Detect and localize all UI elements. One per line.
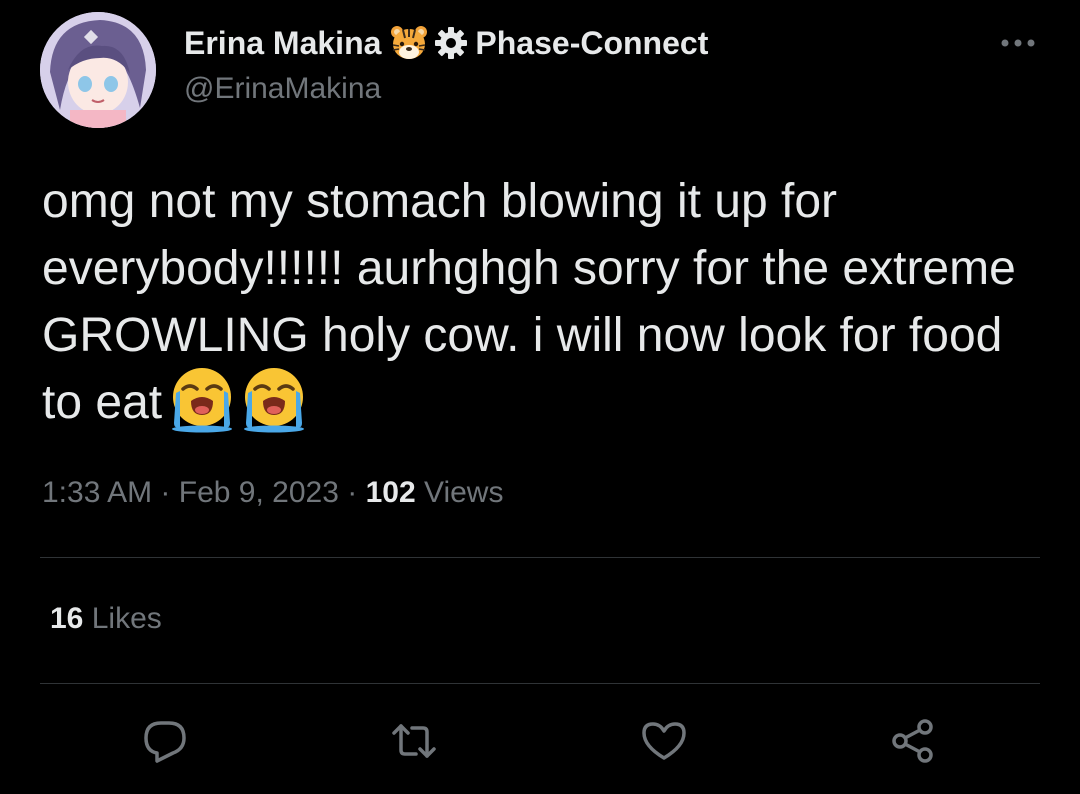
tweet-time[interactable]: 1:33 AM (42, 476, 152, 509)
loudly-crying-face-icon (172, 368, 233, 433)
views-count: 102 (365, 476, 416, 509)
divider (40, 683, 1040, 684)
author-handle[interactable]: @ErinaMakina (184, 72, 381, 106)
avatar[interactable] (40, 12, 156, 128)
meta-separator: · (160, 476, 171, 509)
likes-summary[interactable]: 16 Likes (50, 602, 162, 636)
meta-separator: · (347, 476, 358, 509)
author-name-row: Erina Makina Phase-Connect (184, 22, 708, 64)
tiger-face-icon (389, 23, 429, 63)
more-options-button[interactable] (996, 28, 1040, 58)
share-icon (892, 719, 933, 763)
divider (40, 557, 1040, 558)
like-icon (642, 722, 686, 760)
author-display-name[interactable]: Erina Makina (184, 25, 381, 62)
author-affiliation[interactable]: Phase-Connect (475, 25, 708, 62)
likes-count: 16 (50, 602, 84, 635)
share-button[interactable] (886, 714, 940, 768)
retweet-icon (392, 724, 436, 758)
reply-icon (144, 721, 186, 763)
likes-label: Likes (91, 602, 162, 635)
retweet-button[interactable] (387, 714, 441, 768)
tweet-emojis (168, 365, 312, 433)
tweet-meta: 1:33 AM · Feb 9, 2023 · 102 Views (42, 476, 503, 510)
reply-button[interactable] (138, 714, 192, 768)
loudly-crying-face-icon (244, 368, 305, 433)
more-horizontal-icon (1001, 39, 1035, 47)
views-label: Views (423, 476, 504, 509)
like-button[interactable] (637, 714, 691, 768)
gear-icon (433, 25, 469, 61)
tweet-text: omg not my stomach blowing it up for eve… (42, 168, 1032, 439)
tweet-date[interactable]: Feb 9, 2023 (179, 476, 339, 509)
